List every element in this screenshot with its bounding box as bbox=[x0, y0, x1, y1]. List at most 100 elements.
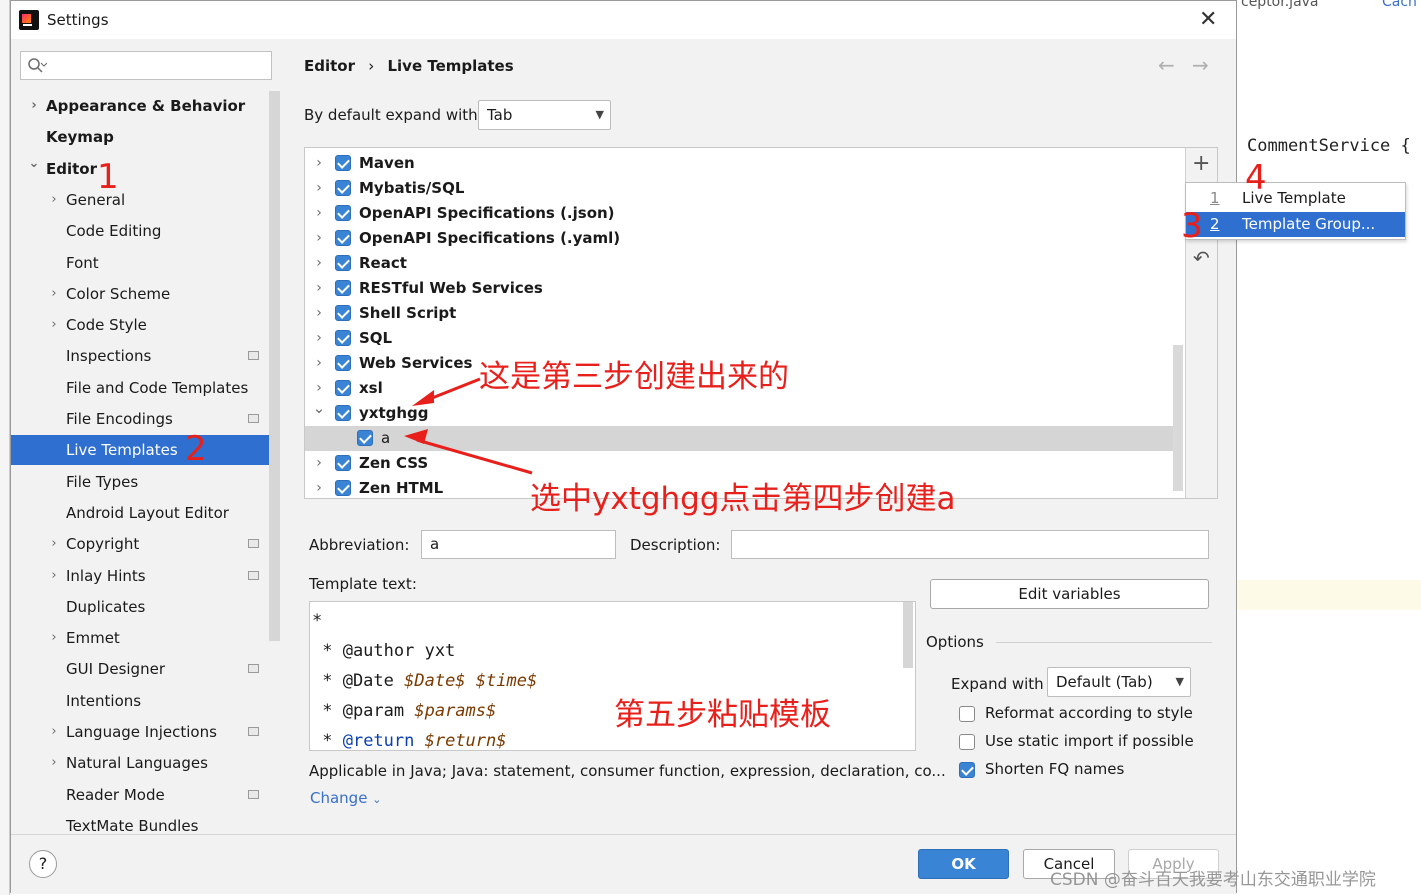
template-checkbox[interactable] bbox=[335, 405, 351, 421]
option-checkbox[interactable] bbox=[959, 734, 975, 750]
sidebar-item-label: Natural Languages bbox=[66, 754, 208, 773]
template-checkbox[interactable] bbox=[335, 205, 351, 221]
sidebar-item-general[interactable]: › General bbox=[11, 185, 269, 215]
template-text-line: * @param $params$ bbox=[312, 701, 497, 721]
help-button[interactable]: ? bbox=[29, 850, 57, 878]
chevron-right-icon[interactable]: › bbox=[311, 201, 327, 226]
sidebar-item-intentions[interactable]: Intentions bbox=[11, 686, 269, 716]
template-group-row[interactable]: › OpenAPI Specifications (.yaml) bbox=[305, 226, 1183, 251]
chevron-right-icon[interactable]: › bbox=[46, 717, 62, 747]
abbreviation-input[interactable]: a bbox=[421, 530, 616, 559]
sidebar-item-appearance-behavior[interactable]: › Appearance & Behavior bbox=[11, 91, 269, 121]
sidebar-item-file-encodings[interactable]: File Encodings bbox=[11, 404, 269, 434]
options-expand-select[interactable]: Default (Tab) ▼ bbox=[1047, 667, 1191, 697]
expand-with-select[interactable]: Tab ▼ bbox=[478, 100, 611, 130]
chevron-right-icon[interactable]: › bbox=[311, 226, 327, 251]
chevron-right-icon[interactable]: › bbox=[311, 301, 327, 326]
menu-item-live-template[interactable]: 1 Live Template bbox=[1186, 186, 1405, 211]
applicable-contexts: Applicable in Java; Java: statement, con… bbox=[309, 762, 946, 780]
ok-button[interactable]: OK bbox=[918, 849, 1009, 879]
edit-variables-button[interactable]: Edit variables bbox=[930, 579, 1209, 609]
template-checkbox[interactable] bbox=[335, 230, 351, 246]
background-file-tab[interactable]: ceptor.java bbox=[1241, 0, 1319, 10]
title-bar: Settings ✕ bbox=[11, 1, 1236, 39]
background-file-tab-2[interactable]: Cach bbox=[1382, 0, 1417, 10]
sidebar-item-reader-mode[interactable]: Reader Mode bbox=[11, 780, 269, 810]
sidebar-item-duplicates[interactable]: Duplicates bbox=[11, 592, 269, 622]
sidebar-item-font[interactable]: Font bbox=[11, 248, 269, 278]
chevron-right-icon[interactable]: › bbox=[311, 176, 327, 201]
sidebar-item-inspections[interactable]: Inspections bbox=[11, 341, 269, 371]
sidebar-item-emmet[interactable]: › Emmet bbox=[11, 623, 269, 653]
sidebar-item-editor[interactable]: ⌄ Editor bbox=[11, 154, 269, 184]
sidebar-item-natural-languages[interactable]: › Natural Languages bbox=[11, 748, 269, 778]
chevron-right-icon[interactable]: › bbox=[311, 276, 327, 301]
change-contexts-link[interactable]: Change ⌄ bbox=[310, 789, 381, 807]
chevron-right-icon[interactable]: › bbox=[311, 451, 327, 476]
template-checkbox[interactable] bbox=[335, 155, 351, 171]
chevron-right-icon[interactable]: › bbox=[46, 748, 62, 778]
chevron-right-icon[interactable]: › bbox=[26, 91, 42, 121]
template-group-row[interactable]: › OpenAPI Specifications (.json) bbox=[305, 201, 1183, 226]
template-group-row[interactable]: › Mybatis/SQL bbox=[305, 176, 1183, 201]
template-group-row[interactable]: › Shell Script bbox=[305, 301, 1183, 326]
chevron-right-icon[interactable]: › bbox=[46, 310, 62, 340]
sidebar-item-gui-designer[interactable]: GUI Designer bbox=[11, 654, 269, 684]
search-input[interactable] bbox=[20, 51, 272, 80]
template-group-row[interactable]: › SQL bbox=[305, 326, 1183, 351]
description-input[interactable] bbox=[731, 530, 1209, 559]
template-group-row[interactable]: › React bbox=[305, 251, 1183, 276]
chevron-right-icon[interactable]: › bbox=[311, 251, 327, 276]
forward-arrow-icon[interactable]: → bbox=[1192, 53, 1209, 77]
undo-icon[interactable]: ↶ bbox=[1193, 246, 1210, 270]
sidebar-item-live-templates[interactable]: Live Templates bbox=[11, 435, 269, 466]
template-checkbox[interactable] bbox=[335, 355, 351, 371]
option-checkbox-row[interactable]: Shorten FQ names bbox=[959, 758, 1219, 782]
chevron-right-icon[interactable]: › bbox=[311, 151, 327, 176]
close-icon[interactable]: ✕ bbox=[1199, 7, 1217, 32]
template-checkbox[interactable] bbox=[335, 455, 351, 471]
back-arrow-icon[interactable]: ← bbox=[1158, 53, 1175, 77]
template-group-row[interactable]: › Maven bbox=[305, 151, 1183, 176]
add-icon[interactable]: + bbox=[1192, 151, 1210, 176]
sidebar-item-keymap[interactable]: Keymap bbox=[11, 122, 269, 152]
breadcrumb-parent[interactable]: Editor bbox=[304, 57, 355, 75]
option-checkbox[interactable] bbox=[959, 762, 975, 778]
template-checkbox[interactable] bbox=[335, 480, 351, 496]
template-checkbox[interactable] bbox=[335, 280, 351, 296]
chevron-right-icon[interactable]: › bbox=[46, 185, 62, 215]
sidebar-item-android-layout-editor[interactable]: Android Layout Editor bbox=[11, 498, 269, 528]
chevron-right-icon[interactable]: › bbox=[311, 326, 327, 351]
template-checkbox[interactable] bbox=[335, 180, 351, 196]
option-checkbox-row[interactable]: Reformat according to style bbox=[959, 702, 1219, 726]
chevron-down-icon[interactable]: ⌄ bbox=[311, 396, 327, 421]
template-group-row[interactable]: › RESTful Web Services bbox=[305, 276, 1183, 301]
sidebar-item-code-editing[interactable]: Code Editing bbox=[11, 216, 269, 246]
template-tree-scrollbar[interactable] bbox=[1173, 345, 1183, 491]
chevron-right-icon[interactable]: › bbox=[46, 279, 62, 309]
chevron-right-icon[interactable]: › bbox=[311, 351, 327, 376]
sidebar-item-file-types[interactable]: File Types bbox=[11, 467, 269, 497]
sidebar-item-language-injections[interactable]: › Language Injections bbox=[11, 717, 269, 747]
chevron-right-icon[interactable]: › bbox=[46, 561, 62, 591]
template-checkbox[interactable] bbox=[335, 305, 351, 321]
sidebar-item-textmate-bundles[interactable]: TextMate Bundles bbox=[11, 811, 269, 834]
template-checkbox[interactable] bbox=[335, 330, 351, 346]
sidebar-item-code-style[interactable]: › Code Style bbox=[11, 310, 269, 340]
chevron-right-icon[interactable]: › bbox=[311, 476, 327, 497]
sidebar-item-inlay-hints[interactable]: › Inlay Hints bbox=[11, 561, 269, 591]
option-checkbox[interactable] bbox=[959, 706, 975, 722]
template-text-scrollbar[interactable] bbox=[903, 602, 913, 668]
template-checkbox[interactable] bbox=[335, 255, 351, 271]
sidebar-item-copyright[interactable]: › Copyright bbox=[11, 529, 269, 559]
sidebar-item-color-scheme[interactable]: › Color Scheme bbox=[11, 279, 269, 309]
chevron-right-icon[interactable]: › bbox=[46, 529, 62, 559]
sidebar-scrollbar[interactable] bbox=[269, 91, 280, 641]
menu-item-template-group[interactable]: 2 Template Group... bbox=[1186, 212, 1405, 237]
template-checkbox[interactable] bbox=[357, 430, 373, 446]
option-checkbox-row[interactable]: Use static import if possible bbox=[959, 730, 1219, 754]
sidebar-item-file-and-code-templates[interactable]: File and Code Templates bbox=[11, 373, 269, 403]
chevron-right-icon[interactable]: › bbox=[46, 623, 62, 653]
chevron-down-icon[interactable]: ⌄ bbox=[26, 149, 42, 179]
template-checkbox[interactable] bbox=[335, 380, 351, 396]
